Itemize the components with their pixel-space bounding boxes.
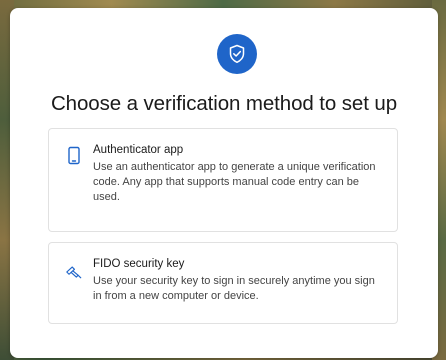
shield-check-badge bbox=[217, 34, 257, 74]
authenticator-app-option[interactable]: Authenticator app Use an authenticator a… bbox=[48, 128, 398, 232]
fido-security-key-description: Use your security key to sign in securel… bbox=[93, 275, 375, 302]
shield-check-icon bbox=[229, 44, 245, 64]
phone-icon bbox=[65, 146, 83, 166]
fido-security-key-option[interactable]: FIDO security key Use your security key … bbox=[48, 242, 398, 324]
authenticator-app-title: Authenticator app bbox=[93, 144, 184, 156]
fido-security-key-title: FIDO security key bbox=[93, 258, 185, 270]
authenticator-app-description: Use an authenticator app to generate a u… bbox=[93, 161, 376, 203]
security-key-icon bbox=[65, 262, 83, 282]
page-title: Choose a verification method to set up bbox=[50, 92, 398, 115]
verification-dialog: Choose a verification method to set up A… bbox=[10, 8, 438, 358]
